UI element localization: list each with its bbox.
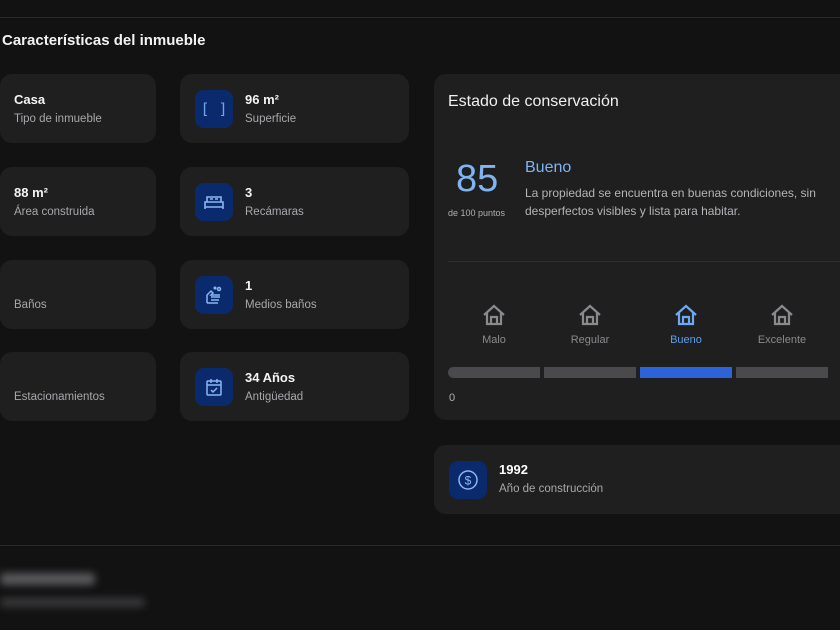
dollar-circle-icon: $	[449, 461, 487, 499]
hand-wash-icon	[195, 276, 233, 314]
house-icon	[579, 304, 601, 326]
level-excelente: Excelente	[736, 304, 828, 346]
level-segment	[640, 367, 732, 378]
feature-card-surface: [ ] 96 m² Superficie	[180, 74, 409, 143]
level-label: Regular	[570, 334, 610, 346]
score-subtitle: de 100 puntos	[448, 208, 506, 218]
condition-label: Bueno	[525, 159, 572, 176]
feature-card-built-area: 88 m² Área construida	[0, 167, 156, 236]
scale-min: 0	[449, 392, 456, 404]
bottom-divider	[0, 545, 840, 546]
level-segment	[736, 367, 828, 378]
house-icon	[483, 304, 505, 326]
feature-label: Antigüedad	[245, 391, 304, 403]
feature-card-property-type: Casa Tipo de inmueble	[0, 74, 156, 143]
panel-divider	[448, 261, 840, 262]
blurred-heading	[0, 573, 95, 585]
feature-card-half-baths: 1 Medios baños	[180, 260, 409, 329]
feature-card-bathrooms: Baños	[0, 260, 156, 329]
level-bueno: Bueno	[640, 304, 732, 346]
area-brackets-icon: [ ]	[195, 90, 233, 128]
calendar-check-icon	[195, 368, 233, 406]
feature-card-parking: Estacionamientos	[0, 352, 156, 421]
feature-card-bedrooms: 3 Recámaras	[180, 167, 409, 236]
construction-year-label: Año de construcción	[499, 483, 604, 495]
level-malo: Malo	[448, 304, 540, 346]
score-value: 85	[456, 158, 499, 200]
feature-value: 3	[245, 185, 253, 200]
condition-description: La propiedad se encuentra en buenas cond…	[525, 184, 830, 220]
section-title: Características del inmueble	[2, 32, 206, 49]
conservation-panel: Estado de conservación 85 de 100 puntos …	[434, 74, 840, 420]
house-icon	[675, 304, 697, 326]
level-segment	[544, 367, 636, 378]
level-label: Malo	[482, 334, 506, 346]
feature-value: 1	[245, 278, 253, 293]
feature-label: Estacionamientos	[14, 391, 105, 403]
feature-label: Baños	[14, 299, 47, 311]
feature-label: Medios baños	[245, 299, 317, 311]
description-line: desperfectos visibles y lista para habit…	[525, 204, 741, 218]
description-line: La propiedad se encuentra en buenas cond…	[525, 186, 816, 200]
bed-icon	[195, 183, 233, 221]
panel-title: Estado de conservación	[448, 93, 619, 110]
feature-value: 34 Años	[245, 370, 296, 385]
house-icon	[771, 304, 793, 326]
level-segment	[448, 367, 540, 378]
feature-label: Área construida	[14, 206, 95, 218]
svg-text:$: $	[465, 474, 472, 488]
construction-year: 1992	[499, 462, 528, 477]
feature-value: 88 m²	[14, 185, 48, 200]
feature-label: Recámaras	[245, 206, 304, 218]
feature-card-construction-year: $ 1992 Año de construcción	[434, 445, 840, 514]
feature-label: Superficie	[245, 113, 297, 125]
blurred-subheading	[0, 598, 145, 607]
level-label: Excelente	[757, 334, 807, 346]
feature-card-age: 34 Años Antigüedad	[180, 352, 409, 421]
feature-value: Casa	[14, 92, 46, 107]
feature-value: 96 m²	[245, 92, 279, 107]
level-regular: Regular	[544, 304, 636, 346]
level-label: Bueno	[670, 334, 702, 346]
top-divider	[0, 17, 840, 18]
feature-label: Tipo de inmueble	[14, 113, 102, 125]
